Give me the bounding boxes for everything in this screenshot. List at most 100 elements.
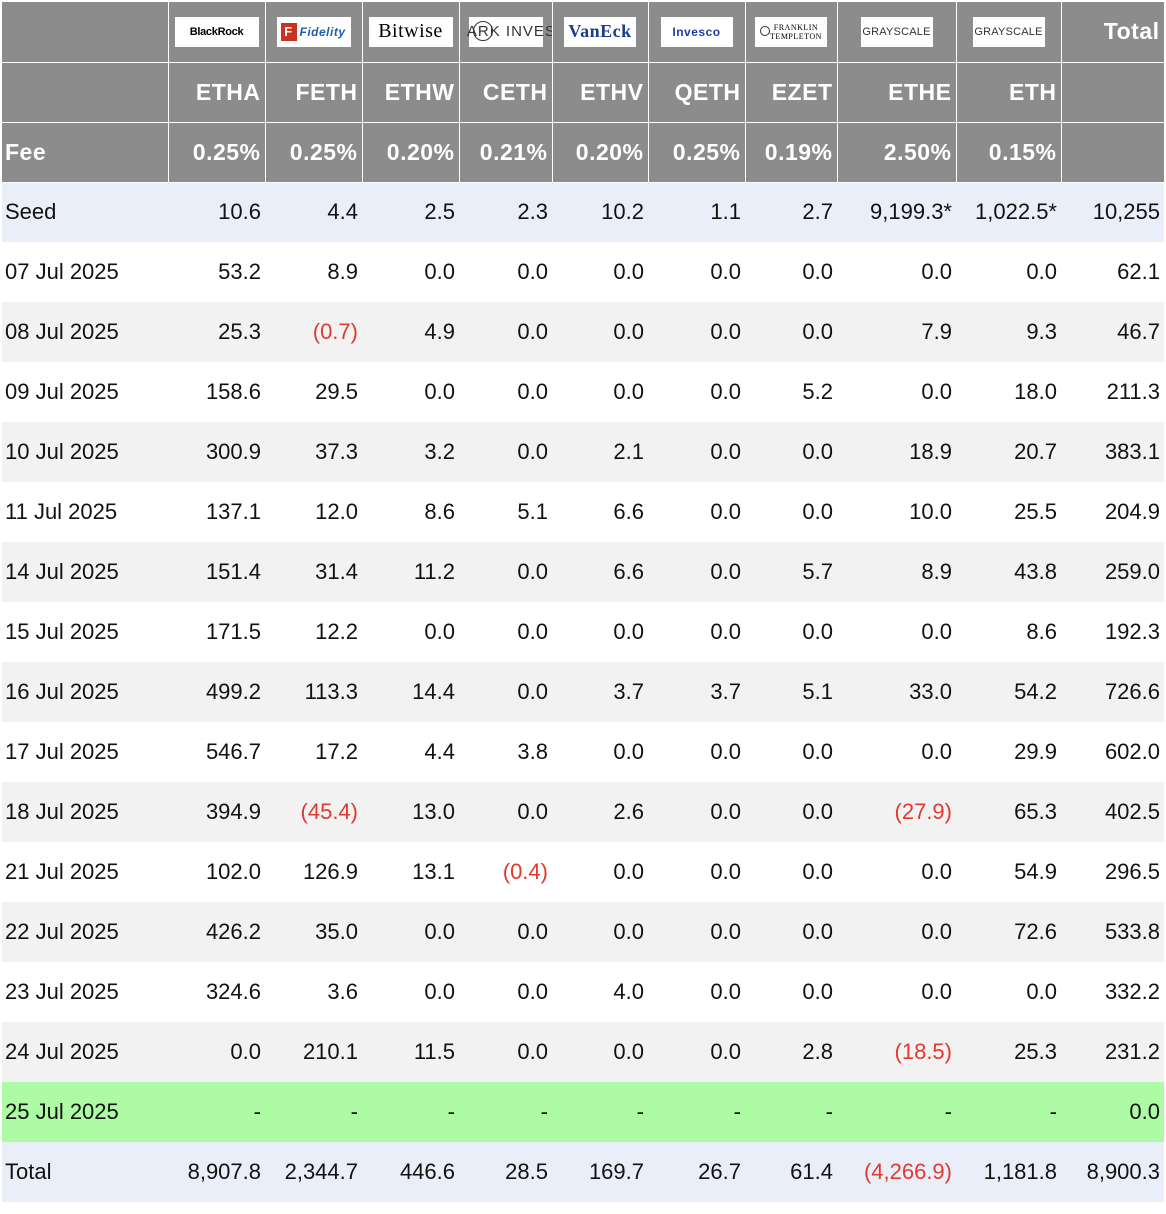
flow-cell: 3.2 — [362, 422, 459, 482]
flow-cell: 0.0 — [837, 902, 956, 962]
row-total: 726.6 — [1061, 662, 1164, 722]
flow-cell: 9,199.3* — [837, 182, 956, 242]
flow-cell: 0.0 — [745, 482, 837, 542]
flow-cell: 8.6 — [956, 602, 1061, 662]
flow-cell: 0.0 — [459, 782, 552, 842]
flow-cell: 53.2 — [168, 242, 265, 302]
ticker-header: ETHE — [837, 62, 957, 123]
table-row: 11 Jul 2025 137.1 12.0 8.6 5.1 6.6 0.0 0.0 10.0 2… — [2, 482, 1164, 542]
row-date: 22 Jul 2025 — [2, 902, 168, 962]
flow-cell: 0.0 — [168, 1022, 265, 1082]
flow-cell: 0.0 — [362, 362, 459, 422]
row-total: 211.3 — [1061, 362, 1164, 422]
flow-cell: 2.5 — [362, 182, 459, 242]
flow-cell: 29.5 — [265, 362, 362, 422]
flow-cell: 14.4 — [362, 662, 459, 722]
provider-logo-row: BlackRock FFidelity Bitwise ARK INVEST V… — [2, 2, 1165, 63]
fee-row: Fee 0.25% 0.25% 0.20% 0.21% 0.20% 0.25% … — [2, 122, 1165, 183]
flow-cell: 0.0 — [552, 242, 648, 302]
provider-vaneck: VanEck — [552, 2, 649, 63]
bitwise-logo: Bitwise — [368, 16, 453, 47]
ticker-corner-cell — [2, 62, 169, 123]
flow-cell: - — [837, 1082, 956, 1142]
eth-etf-flows-table: BlackRock FFidelity Bitwise ARK INVEST V… — [2, 2, 1165, 1202]
flow-cell: 0.0 — [745, 842, 837, 902]
flow-cell: 0.0 — [459, 1022, 552, 1082]
table-row: 18 Jul 2025 394.9 (45.4) 13.0 0.0 2.6 0.0 0.0 (2… — [2, 782, 1164, 842]
row-total: 0.0 — [1061, 1082, 1164, 1142]
flow-cell: 12.0 — [265, 482, 362, 542]
flow-cell: 2.8 — [745, 1022, 837, 1082]
flow-cell: 13.1 — [362, 842, 459, 902]
flow-cell: 0.0 — [648, 422, 745, 482]
flow-cell: 2.3 — [459, 182, 552, 242]
flow-cell: 10.0 — [837, 482, 956, 542]
flow-cell: 0.0 — [648, 242, 745, 302]
flow-cell: 0.0 — [837, 602, 956, 662]
flow-cell: 5.1 — [745, 662, 837, 722]
flow-cell: 11.2 — [362, 542, 459, 602]
flow-cell: 102.0 — [168, 842, 265, 902]
flow-cell: 3.6 — [265, 962, 362, 1022]
ticker-header: CETH — [459, 62, 553, 123]
flow-cell: 3.7 — [552, 662, 648, 722]
row-total: 10,255 — [1061, 182, 1164, 242]
flow-rows: Seed 10.6 4.4 2.5 2.3 10.2 1.1 2.7 9,199.3* 1,022… — [2, 182, 1164, 1202]
fee-value: 0.25% — [648, 122, 746, 183]
flow-cell: 0.0 — [362, 602, 459, 662]
fee-value: 2.50% — [837, 122, 957, 183]
row-total: 533.8 — [1061, 902, 1164, 962]
flow-cell: 2.1 — [552, 422, 648, 482]
provider-invesco: Invesco — [648, 2, 746, 63]
flow-cell: 0.0 — [552, 302, 648, 362]
fee-label: Fee — [2, 122, 169, 183]
flow-cell: 2.7 — [745, 182, 837, 242]
total-cell: 61.4 — [745, 1142, 837, 1202]
flow-cell: 0.0 — [648, 722, 745, 782]
vaneck-logo: VanEck — [564, 16, 636, 47]
flow-cell: 0.0 — [745, 422, 837, 482]
flow-cell: 37.3 — [265, 422, 362, 482]
flow-cell: 0.0 — [745, 902, 837, 962]
flow-cell: 9.3 — [956, 302, 1061, 362]
table-row: 10 Jul 2025 300.9 37.3 3.2 0.0 2.1 0.0 0.0 18.9 2… — [2, 422, 1164, 482]
provider-ark: ARK INVEST — [459, 2, 553, 63]
flow-cell: 0.0 — [837, 842, 956, 902]
flow-cell: - — [265, 1082, 362, 1142]
flow-cell: 0.0 — [552, 902, 648, 962]
flow-cell: 394.9 — [168, 782, 265, 842]
flow-cell: 0.0 — [459, 422, 552, 482]
flow-cell: 5.1 — [459, 482, 552, 542]
row-total: 259.0 — [1061, 542, 1164, 602]
flow-cell: 0.0 — [459, 662, 552, 722]
fidelity-logo: F Fidelity — [276, 16, 351, 47]
franklin-templeton-logo: FRANKLIN TEMPLETON — [755, 16, 827, 47]
flow-cell: 12.2 — [265, 602, 362, 662]
totals-label: Total — [2, 1142, 168, 1202]
grayscale-logo: GRAYSCALE — [860, 16, 933, 47]
flow-cell: 18.9 — [837, 422, 956, 482]
row-date: 21 Jul 2025 — [2, 842, 168, 902]
flow-cell: - — [362, 1082, 459, 1142]
flow-cell: 25.3 — [168, 302, 265, 362]
row-date: 10 Jul 2025 — [2, 422, 168, 482]
row-date: 15 Jul 2025 — [2, 602, 168, 662]
provider-franklin: FRANKLIN TEMPLETON — [745, 2, 838, 63]
ticker-header: ETHW — [362, 62, 460, 123]
flow-cell: 0.0 — [745, 302, 837, 362]
row-date: 17 Jul 2025 — [2, 722, 168, 782]
table-row: 25 Jul 2025- - - - - - - - -0.0 — [2, 1082, 1164, 1142]
flow-cell: 0.0 — [648, 602, 745, 662]
table-row: 08 Jul 2025 25.3 (0.7) 4.9 0.0 0.0 0.0 0.0 7.9 9.… — [2, 302, 1164, 362]
flow-cell: 8.9 — [265, 242, 362, 302]
flow-cell: 54.2 — [956, 662, 1061, 722]
flow-cell: 54.9 — [956, 842, 1061, 902]
row-date: 18 Jul 2025 — [2, 782, 168, 842]
flow-cell: 0.0 — [745, 242, 837, 302]
invesco-logo: Invesco — [660, 16, 733, 47]
flow-cell: 0.0 — [648, 962, 745, 1022]
flow-cell: 10.2 — [552, 182, 648, 242]
provider-blackrock: BlackRock — [168, 2, 266, 63]
table-row: 15 Jul 2025 171.5 12.2 0.0 0.0 0.0 0.0 0.0 0.0 8.… — [2, 602, 1164, 662]
row-total: 62.1 — [1061, 242, 1164, 302]
